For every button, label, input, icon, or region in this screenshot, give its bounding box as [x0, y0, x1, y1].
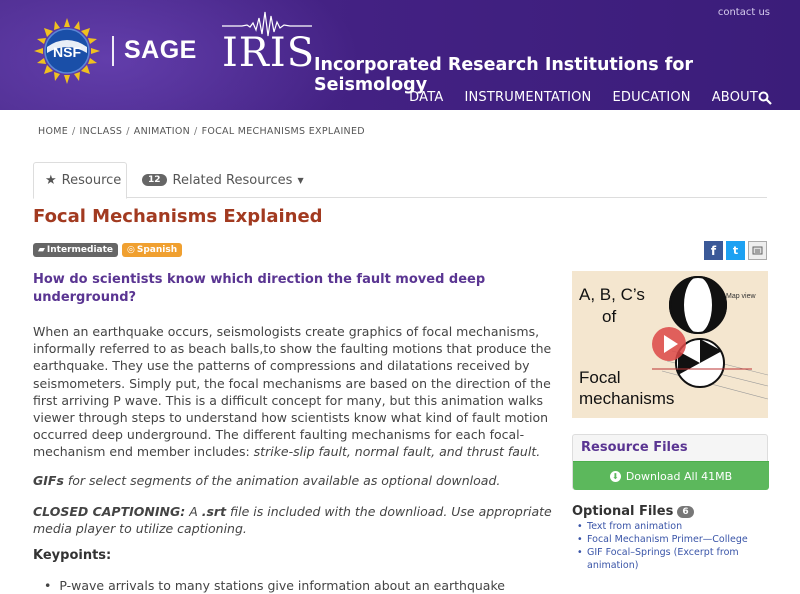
- caret-down-icon: ▼: [297, 175, 304, 185]
- description-paragraph: When an earthquake occurs, seismologists…: [33, 323, 553, 461]
- optional-files-count: 6: [677, 505, 694, 518]
- optional-files-heading: Optional Files 6: [572, 504, 694, 519]
- sage-logo[interactable]: SAGE: [124, 36, 197, 65]
- srt-label: .srt: [201, 504, 227, 519]
- breadcrumb-home[interactable]: HOME: [38, 126, 68, 137]
- keypoints-heading: Keypoints:: [33, 548, 112, 563]
- nsf-logo-text: NSF: [53, 44, 81, 60]
- print-icon[interactable]: [748, 241, 767, 260]
- gif-note-text: for select segments of the animation ava…: [63, 473, 501, 488]
- gif-note: GIFs for select segments of the animatio…: [33, 473, 553, 488]
- optional-file-link[interactable]: GIF Focal–Springs (Excerpt from animatio…: [577, 546, 752, 572]
- download-all-label: Download All 41MB: [625, 469, 733, 483]
- star-icon: ★: [45, 173, 57, 188]
- nsf-logo[interactable]: NSF: [34, 18, 100, 84]
- related-count-badge: 12: [142, 174, 167, 186]
- breadcrumb-current: FOCAL MECHANISMS EXPLAINED: [201, 126, 365, 137]
- main-nav: DATA INSTRUMENTATION EDUCATION ABOUT: [388, 90, 758, 105]
- nav-item-education[interactable]: EDUCATION: [612, 90, 690, 105]
- description-text: When an earthquake occurs, seismologists…: [33, 324, 552, 460]
- keypoint-item: P-wave arrivals to many stations give in…: [44, 578, 505, 593]
- captioning-label: CLOSED CAPTIONING:: [33, 504, 186, 519]
- search-icon[interactable]: [758, 91, 772, 105]
- share-buttons: f t: [704, 241, 767, 260]
- tab-resource[interactable]: ★ Resource: [33, 162, 127, 199]
- thumbnail-title-4: mechanisms: [579, 389, 675, 408]
- resource-files-title: Resource Files: [581, 440, 688, 455]
- tab-resource-label: Resource: [61, 173, 122, 188]
- chart-icon: ▰: [38, 245, 45, 255]
- nav-item-about[interactable]: ABOUT: [712, 90, 758, 105]
- tag-list: ▰ Intermediate ◎ Spanish: [33, 243, 183, 257]
- thumbnail-map-view: Map view: [726, 293, 756, 300]
- optional-files-list: Text from animation Focal Mechanism Prim…: [577, 520, 752, 572]
- language-badge-label: Spanish: [136, 245, 178, 255]
- breadcrumb: HOME / INCLASS / ANIMATION / FOCAL MECHANISMS …: [38, 126, 365, 137]
- resource-files-panel: Resource Files ⬇ Download All 41MB: [572, 434, 769, 490]
- iris-full-name: Incorporated Research Institutions for S…: [314, 55, 694, 95]
- twitter-icon[interactable]: t: [726, 241, 745, 260]
- tab-related-resources[interactable]: 12 Related Resources ▼: [142, 162, 304, 198]
- thumbnail-title-2: of: [602, 307, 617, 326]
- optional-file-link[interactable]: Focal Mechanism Primer—College: [577, 533, 752, 546]
- globe-icon: ◎: [127, 245, 135, 255]
- contact-link[interactable]: contact us: [718, 7, 770, 18]
- level-badge-label: Intermediate: [46, 245, 114, 255]
- nav-item-data[interactable]: DATA: [409, 90, 443, 105]
- language-badge[interactable]: ◎ Spanish: [122, 243, 183, 257]
- tab-related-label: Related Resources: [172, 172, 293, 188]
- download-all-button[interactable]: ⬇ Download All 41MB: [573, 461, 769, 490]
- lead-question: How do scientists know which direction t…: [33, 272, 486, 305]
- optional-files-title: Optional Files: [572, 504, 674, 519]
- iris-logo[interactable]: IRIS: [222, 30, 315, 76]
- download-icon: ⬇: [609, 470, 621, 482]
- site-header: contact us NSF SAGE IRIS Incorporated Re…: [0, 0, 800, 110]
- fault-types-text: strike-slip fault, normal fault, and thr…: [253, 444, 541, 460]
- video-thumbnail[interactable]: A, B, C’s of Focal mechanisms Map view: [572, 271, 768, 418]
- captioning-note: CLOSED CAPTIONING: A .srt file is includ…: [33, 503, 563, 537]
- nav-item-instrumentation[interactable]: INSTRUMENTATION: [464, 90, 591, 105]
- optional-file-link[interactable]: Text from animation: [577, 520, 752, 533]
- logo-divider: [112, 36, 114, 66]
- breadcrumb-inclass[interactable]: INCLASS: [80, 126, 123, 137]
- gif-note-label: GIFs: [33, 473, 64, 488]
- level-badge[interactable]: ▰ Intermediate: [33, 243, 119, 257]
- facebook-icon[interactable]: f: [704, 241, 723, 260]
- page-title: Focal Mechanisms Explained: [33, 206, 323, 227]
- thumbnail-title-3: Focal: [579, 368, 621, 387]
- thumbnail-title-1: A, B, C’s: [579, 285, 645, 304]
- breadcrumb-animation[interactable]: ANIMATION: [134, 126, 190, 137]
- resource-tabs: ★ Resource 12 Related Resources ▼: [33, 162, 767, 199]
- captioning-text-a: A: [185, 504, 202, 519]
